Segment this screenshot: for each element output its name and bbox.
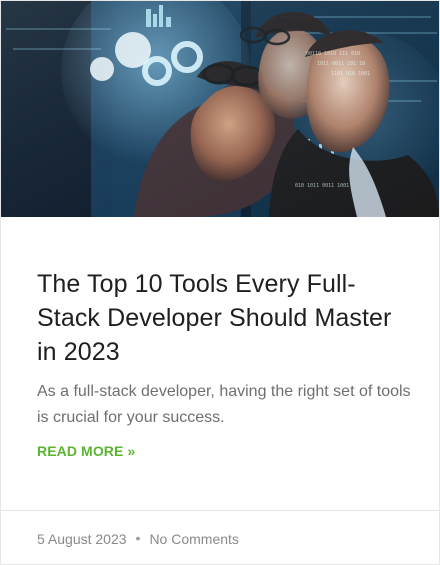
- developer-team-hologram-image: 00110 1010 111 010 1011 0011 101 10 1101…: [1, 1, 439, 217]
- post-title[interactable]: The Top 10 Tools Every Full-Stack Develo…: [37, 267, 417, 369]
- featured-image[interactable]: 00110 1010 111 010 1011 0011 101 10 1101…: [1, 1, 439, 217]
- svg-text:010 1011 0011 1001: 010 1011 0011 1001: [295, 183, 349, 189]
- svg-text:00110 1010 111 010: 00110 1010 111 010: [306, 51, 360, 57]
- read-more-link[interactable]: READ MORE »: [37, 440, 135, 462]
- post-meta: 5 August 2023 • No Comments: [37, 528, 239, 550]
- post-comments: No Comments: [149, 531, 239, 547]
- meta-separator: •: [135, 530, 141, 546]
- card-footer-divider: [1, 510, 439, 511]
- post-excerpt: As a full-stack developer, having the ri…: [37, 383, 411, 426]
- post-date: 5 August 2023: [37, 531, 127, 547]
- blog-post-card: 00110 1010 111 010 1011 0011 101 10 1101…: [0, 0, 440, 565]
- svg-text:1011 0011 101 10: 1011 0011 101 10: [317, 61, 365, 67]
- svg-text:1101 010 1001: 1101 010 1001: [331, 71, 370, 77]
